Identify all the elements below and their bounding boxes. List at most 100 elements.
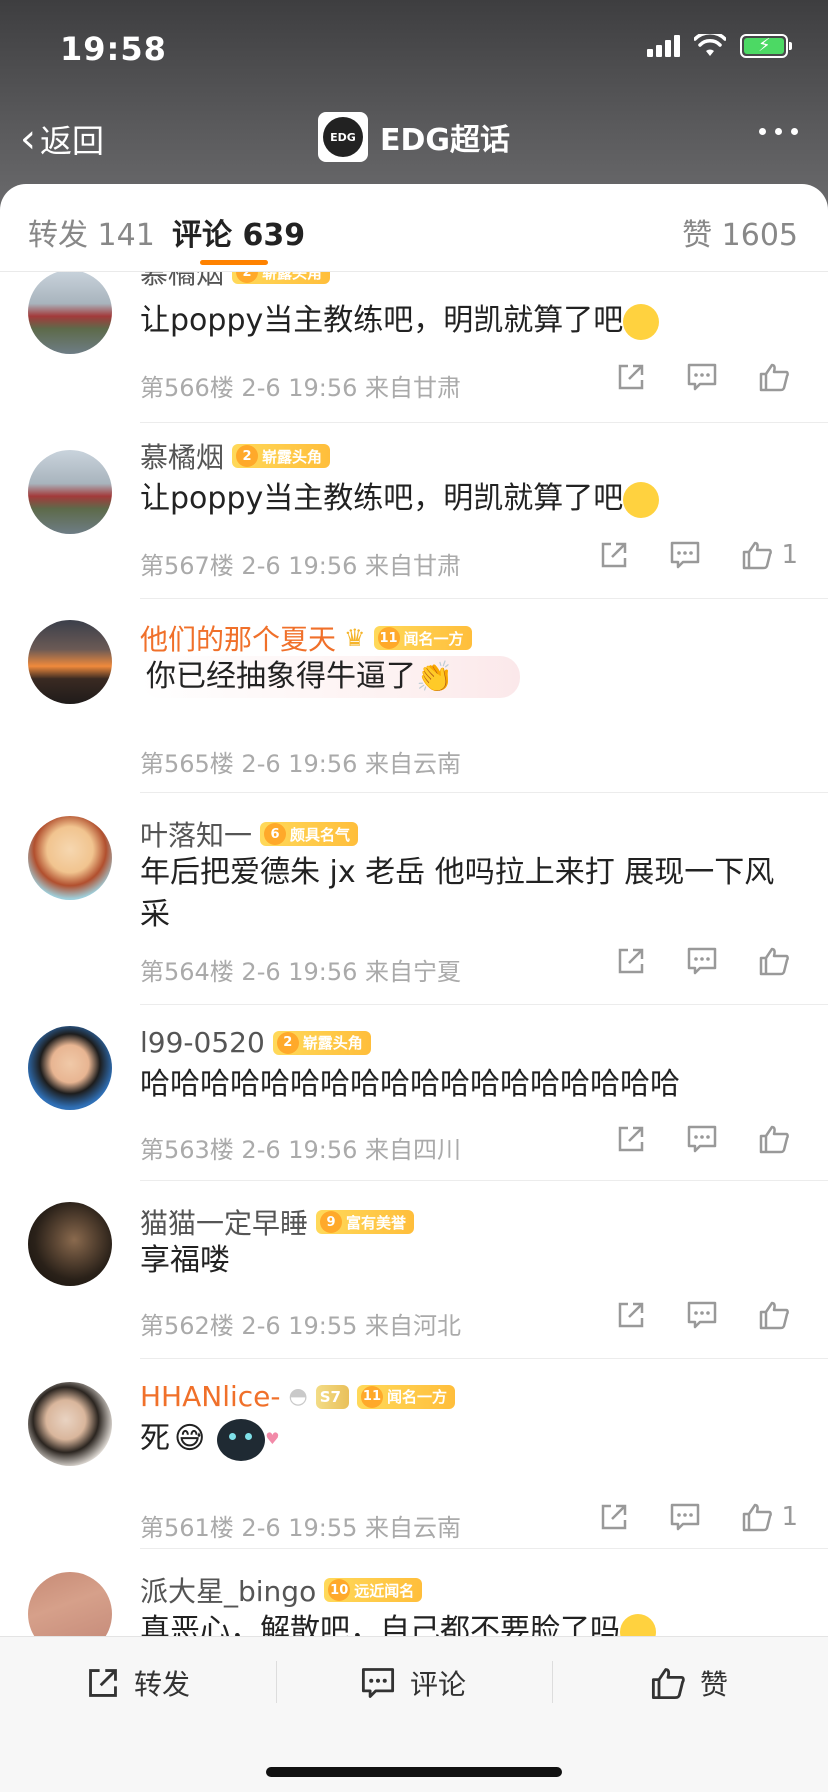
list-item: 他们的那个夏天 ♛ 11 闻名一方 你已经抽象得牛逼了👏 第565楼 2-6 19… bbox=[0, 598, 828, 792]
tab-comments[interactable]: 评论 639 bbox=[172, 210, 305, 254]
username[interactable]: l99-0520 bbox=[140, 1026, 265, 1059]
level-badge[interactable]: 2 崭露头角 bbox=[232, 444, 331, 468]
comment-actions bbox=[616, 1124, 798, 1154]
level-badge[interactable]: 2 崭露头角 bbox=[232, 272, 331, 284]
comment-list[interactable]: 慕橘烟 2 崭露头角 让poppy当主教练吧，明凯就算了吧 第566楼 2-6 1… bbox=[0, 272, 828, 1636]
back-button[interactable]: ‹ 返回 bbox=[20, 116, 104, 162]
level-badge[interactable]: 10 远近闻名 bbox=[324, 1578, 423, 1602]
comment-text: 享福喽 bbox=[140, 1243, 230, 1278]
reply-button[interactable] bbox=[686, 946, 718, 976]
share-icon bbox=[618, 364, 644, 390]
comment-text: 让poppy当主教练吧，明凯就算了吧 bbox=[140, 300, 800, 342]
s7-badge-text: S7 bbox=[319, 1387, 341, 1406]
level-badge[interactable]: 11 闻名一方 bbox=[373, 626, 472, 650]
crown-icon: ♛ bbox=[344, 624, 366, 652]
comment-meta: 第563楼 2-6 19:56 来自四川 bbox=[140, 1136, 462, 1164]
username[interactable]: HHANlice- bbox=[140, 1380, 281, 1413]
black-cat-sticker-icon bbox=[217, 1418, 266, 1461]
badge-text: 崭露头角 bbox=[262, 447, 323, 466]
share-button[interactable] bbox=[616, 1124, 646, 1154]
edg-logo-icon: EDG bbox=[318, 112, 368, 162]
username[interactable]: 他们的那个夏天 bbox=[140, 618, 336, 658]
comment-icon bbox=[687, 363, 717, 391]
username[interactable]: 猫猫一定早睡 bbox=[140, 1202, 308, 1242]
heart-icon: ♥ bbox=[265, 1429, 280, 1448]
avatar[interactable] bbox=[28, 620, 112, 704]
thumbs-up-icon bbox=[759, 947, 789, 976]
share-button[interactable] bbox=[599, 540, 629, 570]
avatar[interactable] bbox=[28, 1202, 112, 1286]
like-button[interactable] bbox=[758, 946, 798, 976]
status-time: 19:58 bbox=[60, 30, 167, 68]
like-button[interactable] bbox=[758, 362, 798, 392]
comment-actions bbox=[616, 946, 798, 976]
share-icon bbox=[602, 1504, 627, 1530]
tab-likes[interactable]: 赞 1605 bbox=[682, 210, 798, 254]
username[interactable]: 慕橘烟 bbox=[140, 272, 224, 292]
reply-button[interactable] bbox=[669, 540, 701, 570]
username-row: 叶落知一 6 颇具名气 bbox=[140, 814, 359, 854]
level-badge[interactable]: 6 颇具名气 bbox=[260, 822, 359, 846]
like-button[interactable]: 1 bbox=[741, 1502, 798, 1532]
username-row: 派大星_bingo 10 远近闻名 bbox=[140, 1570, 423, 1610]
avatar[interactable] bbox=[28, 816, 112, 900]
list-item: 叶落知一 6 颇具名气 年后把爱德朱 jx 老岳 他吗拉上来打 展现一下风采 第5… bbox=[0, 792, 828, 1004]
username[interactable]: 叶落知一 bbox=[140, 814, 252, 854]
username-row: 慕橘烟 2 崭露头角 bbox=[140, 272, 331, 292]
share-button[interactable] bbox=[616, 362, 646, 392]
thumbs-up-icon bbox=[743, 541, 773, 570]
comment-button[interactable]: 评论 bbox=[360, 1657, 466, 1709]
more-icon[interactable] bbox=[759, 128, 798, 135]
like-button[interactable]: 赞 bbox=[650, 1657, 728, 1709]
share-icon bbox=[618, 948, 644, 974]
nav-bar: ‹ 返回 EDG EDG超话 bbox=[0, 108, 828, 168]
avatar[interactable] bbox=[28, 272, 112, 354]
share-button[interactable] bbox=[616, 946, 646, 976]
comment-text: 你已经抽象得牛逼了👏 bbox=[140, 656, 520, 698]
s7-badge[interactable]: S7 bbox=[315, 1384, 349, 1409]
avatar[interactable] bbox=[28, 1026, 112, 1110]
username[interactable]: 派大星_bingo bbox=[140, 1570, 316, 1610]
level-badge[interactable]: 11 闻名一方 bbox=[356, 1384, 455, 1409]
badge-text: 颇具名气 bbox=[290, 825, 351, 844]
cellular-signal-icon bbox=[647, 35, 680, 57]
repost-button[interactable]: 转发 bbox=[86, 1657, 190, 1709]
sweat-smile-emoji-icon: 😅 bbox=[174, 1421, 206, 1456]
tab-repost[interactable]: 转发 141 bbox=[28, 210, 155, 254]
like-button[interactable] bbox=[758, 1300, 798, 1330]
edg-logo-text: EDG bbox=[323, 117, 363, 157]
badge-level: 10 bbox=[328, 1579, 351, 1601]
like-count: 1 bbox=[781, 540, 798, 570]
list-item: 慕橘烟 2 崭露头角 让poppy当主教练吧，明凯就算了吧 第566楼 2-6 1… bbox=[0, 272, 828, 416]
reply-button[interactable] bbox=[686, 1300, 718, 1330]
avatar[interactable] bbox=[28, 1572, 112, 1636]
badge-text: 富有美誉 bbox=[346, 1213, 407, 1232]
username[interactable]: 慕橘烟 bbox=[140, 436, 224, 476]
level-badge[interactable]: 9 富有美誉 bbox=[316, 1210, 415, 1234]
chevron-left-icon: ‹ bbox=[20, 116, 36, 162]
share-button[interactable] bbox=[599, 1502, 629, 1532]
comment-actions: 1 bbox=[599, 1502, 798, 1532]
reply-button[interactable] bbox=[686, 1124, 718, 1154]
comment-icon bbox=[687, 1301, 717, 1329]
comment-icon bbox=[361, 1668, 395, 1698]
wifi-icon bbox=[694, 34, 726, 56]
nav-title-group[interactable]: EDG EDG超话 bbox=[318, 112, 510, 162]
share-button[interactable] bbox=[616, 1300, 646, 1330]
comment-actions: 1 bbox=[599, 540, 798, 570]
like-button[interactable] bbox=[758, 1124, 798, 1154]
reply-button[interactable] bbox=[669, 1502, 701, 1532]
like-button[interactable]: 1 bbox=[741, 540, 798, 570]
reply-button[interactable] bbox=[686, 362, 718, 392]
comment-icon bbox=[671, 1503, 700, 1531]
badge-level: 2 bbox=[276, 1031, 299, 1054]
level-badge[interactable]: 2 崭露头角 bbox=[272, 1030, 371, 1055]
badge-text: 闻名一方 bbox=[403, 629, 464, 648]
comment-meta: 第566楼 2-6 19:56 来自甘肃 bbox=[140, 374, 462, 402]
avatar[interactable] bbox=[28, 1382, 112, 1466]
home-indicator bbox=[266, 1767, 562, 1777]
comment-text: 让poppy当主教练吧，明凯就算了吧 bbox=[140, 478, 800, 520]
avatar[interactable] bbox=[28, 450, 112, 534]
comment-actions bbox=[616, 362, 798, 392]
ghost-icon: ◓ bbox=[288, 1384, 308, 1409]
